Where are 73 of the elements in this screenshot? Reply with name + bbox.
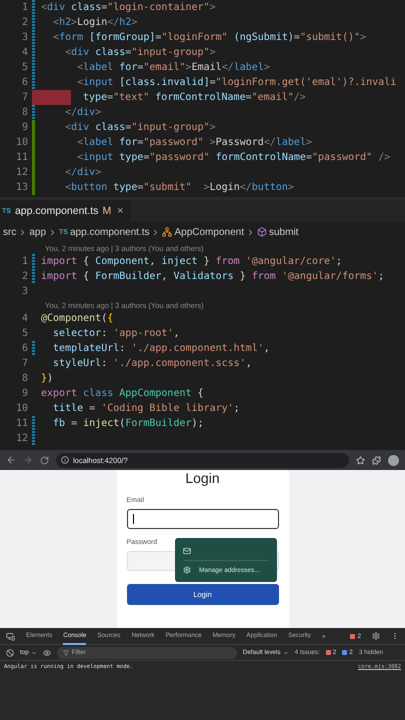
line-number: 5	[20, 328, 29, 339]
class-icon	[162, 227, 172, 237]
line-number: 3	[20, 286, 29, 297]
caret-icon	[30, 650, 37, 656]
code-line: <h2>Login</h2>	[52, 17, 138, 28]
mail-icon[interactable]	[183, 546, 191, 554]
settings-icon	[183, 566, 191, 574]
code-line: export class AppComponent {	[40, 388, 204, 399]
line-number: 6	[20, 343, 29, 354]
code-line: templateUrl: './app.component.html',	[52, 343, 270, 354]
code-line: type="text" formControlName="email"/>	[82, 92, 306, 103]
line-number: 4	[20, 313, 29, 324]
eye-icon[interactable]	[42, 648, 51, 656]
code-line: </div>	[64, 107, 102, 118]
filter-icon	[62, 650, 69, 656]
settings-icon[interactable]	[372, 632, 380, 640]
code-line: title = 'Coding Bible library';	[52, 403, 240, 414]
code-line: })	[40, 373, 54, 384]
code-line: fb = inject(FormBuilder);	[52, 418, 204, 429]
line-number: 12	[14, 433, 29, 444]
breadcrumb-item[interactable]: app.component.ts	[70, 226, 150, 238]
line-number: 5	[20, 62, 29, 73]
breadcrumb-item[interactable]: AppComponent	[174, 226, 244, 238]
code-line: <div class="login-container">	[40, 2, 216, 13]
avatar[interactable]	[388, 454, 399, 466]
line-number: 9	[20, 122, 29, 133]
code-line: selector: 'app-root',	[52, 328, 180, 339]
line-number: 12	[14, 167, 29, 178]
code-line: </div>	[64, 167, 102, 178]
login-title: Login	[184, 470, 221, 487]
code-line: <label for="password" >Password</label>	[76, 137, 312, 148]
device-icon[interactable]	[6, 632, 15, 640]
line-number: 1	[20, 256, 29, 267]
star-icon[interactable]	[356, 456, 365, 464]
code-line: <input type="password" formControlName="password" />	[76, 152, 390, 163]
line-number: 1	[20, 2, 29, 13]
email-field[interactable]	[126, 509, 278, 529]
cube-icon	[256, 227, 267, 237]
line-number: 6	[20, 77, 29, 88]
breadcrumb-item[interactable]: src	[3, 226, 16, 238]
code-line: <div class="input-group">	[64, 122, 216, 133]
forward-icon[interactable]	[23, 455, 33, 465]
code-line: @Component({	[40, 313, 114, 324]
line-number: 7	[20, 358, 29, 369]
caret-icon	[282, 650, 289, 656]
line-number: 7	[20, 92, 29, 103]
code-line: <label for="email">Email</label>	[76, 62, 270, 73]
code-line: import { FormBuilder, Validators } from '@angular/forms';	[40, 271, 384, 282]
code-line: <button type="submit" >Login</button>	[64, 182, 294, 193]
line-number: 8	[20, 373, 29, 384]
line-number: 2	[20, 271, 29, 282]
breadcrumb-item[interactable]: app	[29, 226, 46, 238]
code-line: styleUrl: './app.component.scss',	[52, 358, 252, 369]
code-line: <input [class.invalid]="loginForm.get('emal')?.invali	[76, 77, 396, 88]
line-number: 9	[20, 388, 29, 399]
line-number: 10	[14, 137, 29, 148]
code-line: <div class="input-group">	[64, 47, 216, 58]
line-number: 8	[20, 107, 29, 118]
line-number: 3	[20, 32, 29, 43]
line-number: 11	[14, 418, 29, 429]
line-number: 11	[14, 152, 29, 163]
line-number: 13	[14, 182, 29, 193]
info-icon	[61, 456, 69, 464]
code-line: import { Component, inject } from '@angular/core';	[40, 256, 342, 267]
line-number: 10	[14, 403, 29, 414]
line-number: 4	[20, 47, 29, 58]
line-number: 2	[20, 17, 29, 28]
puzzle-icon[interactable]	[372, 456, 381, 464]
back-icon[interactable]	[6, 455, 16, 465]
breadcrumb-item[interactable]: submit	[268, 226, 298, 238]
code-line: <form [formGroup]="loginForm" (ngSubmit)="submit()">	[52, 32, 366, 43]
clear-icon[interactable]	[6, 648, 14, 656]
reload-icon[interactable]	[40, 456, 49, 464]
